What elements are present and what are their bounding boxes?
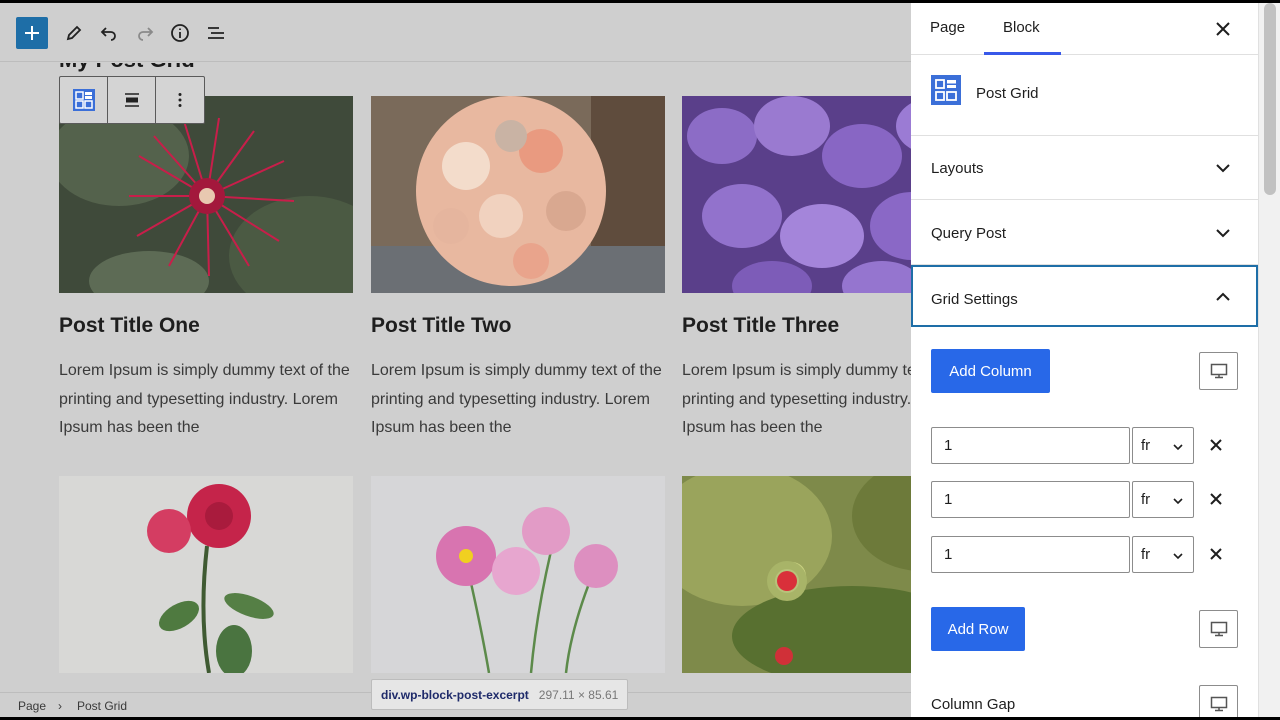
responsive-device-button[interactable] xyxy=(1199,352,1238,390)
plus-icon xyxy=(25,26,39,40)
details-button[interactable] xyxy=(164,17,196,49)
post-title[interactable]: Post Title Two xyxy=(371,314,511,338)
close-icon xyxy=(1216,22,1230,36)
page-title[interactable]: My Post Grid xyxy=(59,63,195,73)
column-size-input[interactable]: 1 xyxy=(931,481,1130,518)
chevron-down-icon xyxy=(1173,444,1183,451)
redo-button[interactable] xyxy=(129,17,161,49)
close-icon xyxy=(1210,548,1222,560)
unit-value: fr xyxy=(1141,546,1151,563)
peach-rose-bouquet xyxy=(371,96,665,293)
desktop-icon xyxy=(1210,363,1227,379)
tab-page[interactable]: Page xyxy=(930,19,965,36)
post-excerpt[interactable]: Lorem Ipsum is simply dummy text of the … xyxy=(371,357,671,443)
chevron-up-icon xyxy=(1216,292,1230,301)
block-name: Post Grid xyxy=(976,85,1039,102)
chevron-down-icon xyxy=(1173,553,1183,560)
column-gap-label: Column Gap xyxy=(931,696,1016,713)
responsive-device-button[interactable] xyxy=(1199,685,1238,717)
block-toolbar xyxy=(59,76,205,124)
scrollbar-thumb[interactable] xyxy=(1264,3,1276,195)
column-size-input[interactable]: 1 xyxy=(931,427,1130,464)
chevron-down-icon xyxy=(1173,498,1183,505)
post-card[interactable]: Post Title Two Lorem Ipsum is simply dum… xyxy=(371,96,665,436)
panel-layouts[interactable]: Layouts xyxy=(911,136,1258,200)
add-column-button[interactable]: Add Column xyxy=(931,349,1050,393)
unit-value: fr xyxy=(1141,491,1151,508)
post-excerpt[interactable]: Lorem Ipsum is simply dummy text of the … xyxy=(682,357,911,443)
element-inspector-tooltip: div.wp-block-post-excerpt 297.11 × 85.61 xyxy=(371,679,629,710)
responsive-device-button[interactable] xyxy=(1199,610,1238,648)
sidebar-scrollbar[interactable] xyxy=(1258,3,1280,717)
close-settings-button[interactable] xyxy=(1209,15,1237,43)
column-unit-select[interactable]: fr xyxy=(1132,536,1194,573)
remove-column-button[interactable] xyxy=(1204,542,1228,566)
post-excerpt[interactable]: Lorem Ipsum is simply dummy text of the … xyxy=(59,357,359,443)
grid-column-row: 1 fr xyxy=(931,481,1241,518)
post-grid-icon xyxy=(931,75,961,105)
tooltip-dimensions: 297.11 × 85.61 xyxy=(538,687,619,702)
more-vertical-icon xyxy=(178,93,182,107)
panel-title: Grid Settings xyxy=(931,291,1018,308)
redo-icon xyxy=(138,27,154,41)
breadcrumb-separator: › xyxy=(58,699,62,713)
editor-top-toolbar xyxy=(0,3,911,62)
chevron-down-icon xyxy=(1216,164,1230,173)
breadcrumb-current[interactable]: Post Grid xyxy=(77,699,127,713)
close-icon xyxy=(1210,439,1222,451)
grid-column-row: 1 fr xyxy=(931,536,1241,573)
add-row-button[interactable]: Add Row xyxy=(931,607,1025,651)
tools-button[interactable] xyxy=(58,17,90,49)
undo-button[interactable] xyxy=(93,17,125,49)
panel-grid-settings[interactable]: Grid Settings xyxy=(911,265,1258,327)
settings-sidebar: Page Block Post Grid Layouts Query Post xyxy=(911,3,1258,717)
pink-cosmos-flowers xyxy=(371,476,665,673)
panel-title: Query Post xyxy=(931,225,1007,242)
pencil-icon xyxy=(66,25,82,41)
remove-column-button[interactable] xyxy=(1204,433,1228,457)
add-block-button[interactable] xyxy=(16,17,48,49)
post-card[interactable]: Post Title Three Lorem Ipsum is simply d… xyxy=(682,96,911,436)
sidebar-tabs: Page Block xyxy=(911,3,1258,55)
remove-column-button[interactable] xyxy=(1204,487,1228,511)
chevron-down-icon xyxy=(1216,229,1230,238)
post-card[interactable] xyxy=(59,476,353,673)
undo-icon xyxy=(100,27,116,41)
post-card[interactable] xyxy=(371,476,665,673)
info-icon xyxy=(171,24,189,42)
align-button[interactable] xyxy=(108,77,156,123)
post-card[interactable]: Post Title One Lorem Ipsum is simply dum… xyxy=(59,96,353,436)
column-size-input[interactable]: 1 xyxy=(931,536,1130,573)
red-wildflowers xyxy=(682,476,911,673)
column-unit-select[interactable]: fr xyxy=(1132,427,1194,464)
pink-rose xyxy=(59,476,353,673)
panel-query-post[interactable]: Query Post xyxy=(911,201,1258,265)
desktop-icon xyxy=(1210,621,1227,637)
breadcrumb-page[interactable]: Page xyxy=(18,699,46,713)
list-view-icon xyxy=(208,27,224,39)
more-options-button[interactable] xyxy=(156,77,204,123)
red-protea-flower xyxy=(59,96,353,293)
editor-window: My Post Grid xyxy=(0,3,1280,717)
desktop-icon xyxy=(1210,696,1227,712)
column-unit-select[interactable]: fr xyxy=(1132,481,1194,518)
unit-value: fr xyxy=(1141,437,1151,454)
tab-block[interactable]: Block xyxy=(1003,19,1040,36)
align-wide-icon xyxy=(124,93,139,107)
post-title[interactable]: Post Title One xyxy=(59,314,200,338)
purple-hydrangea xyxy=(682,96,911,293)
post-grid-icon xyxy=(72,89,95,111)
panel-title: Layouts xyxy=(931,160,984,177)
grid-column-row: 1 fr xyxy=(931,427,1241,464)
close-icon xyxy=(1210,493,1222,505)
post-title[interactable]: Post Title Three xyxy=(682,314,839,338)
list-view-button[interactable] xyxy=(200,17,232,49)
editor-canvas-area: My Post Grid xyxy=(0,3,911,717)
tooltip-selector: div.wp-block-post-excerpt xyxy=(381,687,529,702)
post-card[interactable] xyxy=(682,476,911,673)
block-type-button[interactable] xyxy=(60,77,108,123)
post-grid-canvas: My Post Grid xyxy=(0,63,911,693)
block-card: Post Grid xyxy=(911,55,1258,136)
